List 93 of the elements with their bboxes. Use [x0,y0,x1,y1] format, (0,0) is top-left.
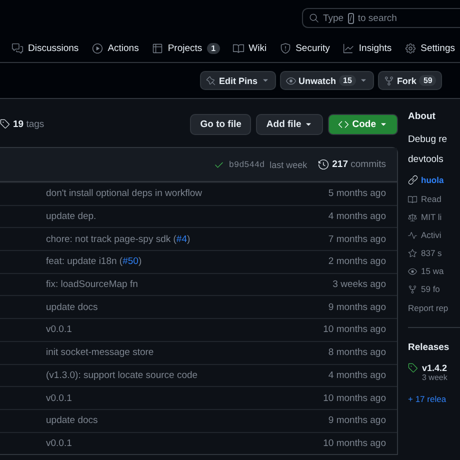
tab-label: Wiki [248,42,267,54]
discussion-icon [12,42,23,54]
commit-time: last week [270,160,308,170]
pin-icon [206,76,216,86]
eye-icon [408,266,417,276]
commit-message[interactable]: update dep. [46,211,96,222]
search-icon [309,13,319,23]
release-time: 3 week [422,373,448,382]
tab-label: Settings [420,42,455,54]
go-to-file-button[interactable]: Go to file [190,114,252,134]
shield-icon [280,42,291,54]
commit-time: 4 months ago [328,370,386,381]
commit-message[interactable]: feat: update i18n (#50) [46,256,142,268]
commit-time: 10 months ago [323,324,386,336]
tag-icon [0,119,10,129]
count-badge: 59 [419,75,436,86]
code-button[interactable]: Code [328,114,398,134]
release-tag[interactable]: v1.4.2 [422,363,448,373]
repo-tab[interactable]: Insights [342,36,392,62]
search-field[interactable]: Type / to search [302,8,460,28]
commit-message[interactable]: chore: not track page-spy sdk (#4) [46,234,190,245]
readme-link[interactable]: Read [408,190,460,208]
table-icon [152,42,163,54]
graph-icon [342,42,354,54]
commit-hash[interactable]: b9d544d [228,160,265,170]
repo-tab[interactable]: Actions [92,36,139,62]
fork-icon [384,76,394,86]
check-icon [214,160,224,170]
description-text: Debug re [408,134,448,145]
tab-label: Actions [108,42,139,54]
commit-time: 5 months ago [328,188,386,200]
commit-message[interactable]: v0.0.1 [46,324,72,336]
report-link[interactable]: Report rep [408,299,460,317]
stars-link[interactable]: 837 s [408,244,460,262]
forks-link[interactable]: 59 fo [408,280,460,298]
repo-tab[interactable]: Settings [404,36,455,62]
pulse-icon [408,230,417,240]
website-link[interactable]: huola [408,175,460,185]
count-badge: 1 [207,42,220,54]
issue-link[interactable]: #4 [176,234,187,245]
code-icon [338,118,350,130]
commit-message[interactable]: fix: loadSourceMap fn [46,279,138,290]
link-icon [408,175,418,185]
commit-message[interactable]: v0.0.1 [46,392,72,404]
tags-link[interactable]: 19 tags [0,118,44,130]
commit-time: 8 months ago [328,347,386,358]
repo-tab[interactable]: Discussions [12,36,79,62]
key-hint: / [348,12,354,24]
tag-icon [408,363,418,373]
tab-label: Projects [168,42,202,54]
fork-icon [408,284,417,294]
commit-message[interactable]: v0.0.1 [46,438,72,449]
description-text: devtools [408,154,444,165]
commit-message[interactable]: update docs [46,415,98,426]
commit-time: 3 weeks ago [332,279,386,290]
issue-link[interactable]: #50 [122,256,138,268]
fork-button[interactable]: Fork 59 [378,71,442,90]
watch-button[interactable]: Unwatch 15 [280,71,374,90]
about-heading: About [408,111,436,122]
book-icon [232,42,244,54]
commit-message[interactable]: update docs [46,302,98,313]
watchers-link[interactable]: 15 wa [408,262,460,280]
history-icon [318,159,330,170]
repo-tab[interactable]: Wiki [232,36,267,62]
commit-time: 9 months ago [328,302,386,313]
commit-message[interactable]: init socket-message store [46,347,154,358]
eye-icon [286,76,296,86]
releases-link[interactable]: + 17 relea [408,394,460,404]
play-icon [92,42,103,54]
commit-time: 2 months ago [328,256,386,268]
repo-tab[interactable]: Projects 1 [152,36,220,62]
tab-label: Discussions [28,42,79,54]
commit-message[interactable]: don't install optional deps in workflow [46,188,202,200]
commit-time: 10 months ago [323,438,386,449]
scale-icon [408,212,417,222]
releases-heading: Releases [408,342,450,353]
commit-time: 4 months ago [328,211,386,222]
tab-label: Security [296,42,330,54]
commit-message[interactable]: (v1.3.0): support locate source code [46,370,198,381]
add-file-button[interactable]: Add file [256,114,324,134]
book-icon [408,194,417,204]
pin-button[interactable]: Edit Pins [200,71,276,90]
settings-icon [404,42,416,54]
commit-time: 7 months ago [328,234,386,245]
repo-tab[interactable]: Security [280,36,330,62]
star-icon [408,248,417,258]
commits-link[interactable]: 217 commits [318,159,386,170]
commit-time: 9 months ago [328,415,386,426]
tab-label: Insights [358,42,392,54]
activity-link[interactable]: Activi [408,226,460,244]
count-badge: 15 [339,75,356,86]
commit-time: 10 months ago [323,392,386,404]
license-link[interactable]: MIT li [408,208,460,226]
